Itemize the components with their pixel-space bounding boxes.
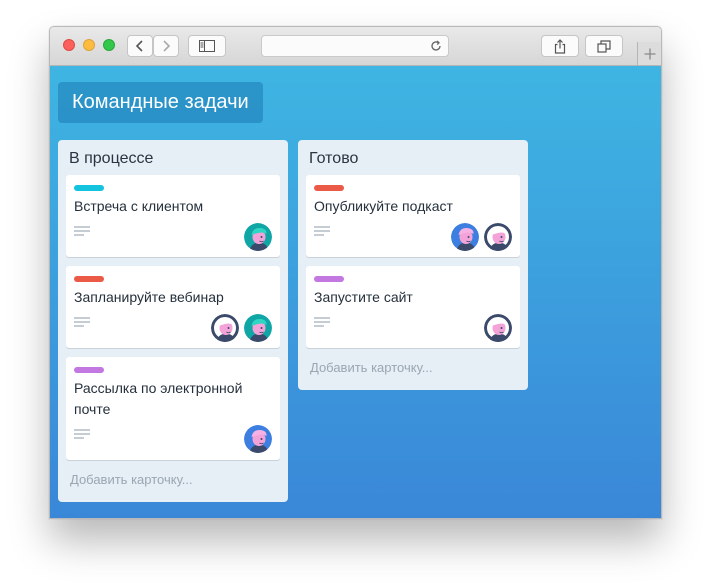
description-icon [74,429,90,439]
address-input[interactable] [268,38,422,56]
browser-window: Командные задачи В процессе Встреча с кл… [49,26,662,519]
list-done: Готово Опубликуйте подкаст Запустите сай… [298,140,528,390]
description-icon [314,226,330,236]
share-button[interactable] [541,35,579,57]
avatar-illustration-icon [451,223,479,251]
card-launch-site[interactable]: Запустите сайт [306,266,520,348]
minimize-window-button[interactable] [83,39,95,51]
browser-toolbar [50,27,661,66]
card-title: Опубликуйте подкаст [314,198,453,214]
card-label [74,185,104,191]
member-avatar[interactable] [451,223,479,251]
member-avatar[interactable] [484,314,512,342]
chevron-right-icon [163,40,171,52]
avatar-illustration-icon [211,314,239,342]
reload-icon[interactable] [430,40,442,52]
tabs-overview-button[interactable] [585,35,623,57]
add-card-button[interactable]: Добавить карточку... [70,472,193,487]
sidebar-icon [199,40,215,52]
description-icon [74,317,90,327]
list-title[interactable]: Готово [309,150,358,168]
card-label [74,367,104,373]
card-title: Рассылка по электронной почте [74,380,243,417]
avatar-illustration-icon [484,314,512,342]
description-icon [314,317,330,327]
member-avatar[interactable] [211,314,239,342]
member-avatar[interactable] [244,425,272,453]
plus-icon [644,48,655,59]
card-publish-podcast[interactable]: Опубликуйте подкаст [306,175,520,257]
avatar-illustration-icon [244,425,272,453]
card-label [314,185,344,191]
back-button[interactable] [127,35,153,57]
zoom-window-button[interactable] [103,39,115,51]
member-avatar[interactable] [244,223,272,251]
avatar-illustration-icon [244,314,272,342]
card-title: Запустите сайт [314,289,413,305]
sidebar-button[interactable] [188,35,226,57]
add-card-button[interactable]: Добавить карточку... [310,360,433,375]
card-title: Запланируйте вебинар [74,289,224,305]
card-email-newsletter[interactable]: Рассылка по электронной почте [66,357,280,460]
avatar-illustration-icon [244,223,272,251]
list-title[interactable]: В процессе [69,150,153,168]
card-label [314,276,344,282]
card-label [74,276,104,282]
member-avatar[interactable] [244,314,272,342]
card-client-meeting[interactable]: Встреча с клиентом [66,175,280,257]
new-tab-button[interactable] [637,42,661,65]
chevron-left-icon [135,40,143,52]
board-title[interactable]: Командные задачи [58,82,263,123]
description-icon [74,226,90,236]
forward-button[interactable] [153,35,179,57]
avatar-illustration-icon [484,223,512,251]
close-window-button[interactable] [63,39,75,51]
share-icon [554,38,566,54]
member-avatar[interactable] [484,223,512,251]
tabs-icon [597,39,611,53]
board-canvas: Командные задачи В процессе Встреча с кл… [50,66,661,518]
list-in-progress: В процессе Встреча с клиентом Запланируй… [58,140,288,502]
card-plan-webinar[interactable]: Запланируйте вебинар [66,266,280,348]
address-bar[interactable] [261,35,449,57]
card-title: Встреча с клиентом [74,198,204,214]
